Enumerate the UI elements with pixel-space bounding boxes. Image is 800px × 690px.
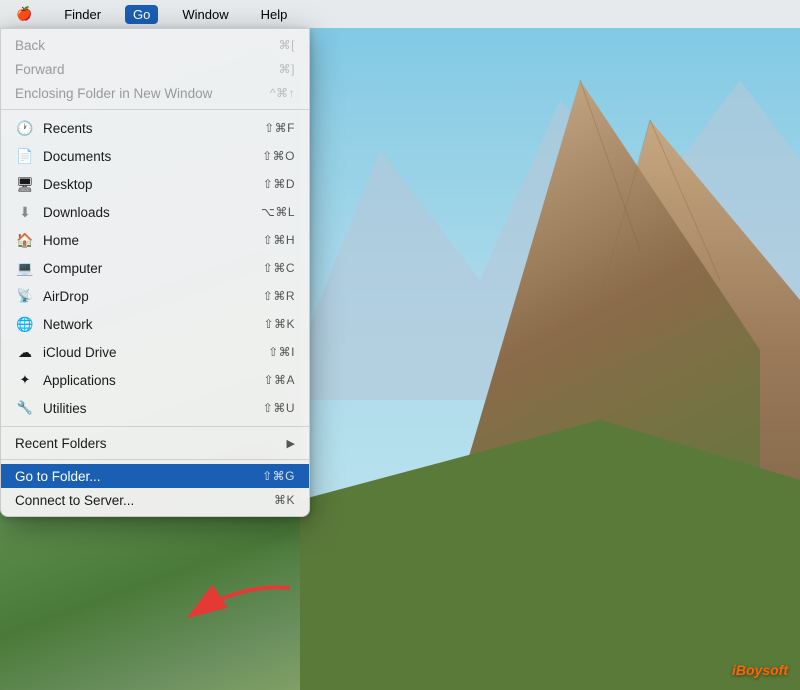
menu-item-forward-shortcut: ⌘]: [279, 62, 295, 76]
watermark-suffix: Boysoft: [736, 662, 788, 678]
menu-item-applications-shortcut: ⇧⌘A: [263, 373, 295, 387]
menu-item-connect-server-shortcut: ⌘K: [274, 493, 295, 507]
go-dropdown-menu: Back ⌘[ Forward ⌘] Enclosing Folder in N…: [0, 28, 310, 517]
red-arrow-svg: [180, 578, 300, 628]
menu-item-documents[interactable]: 📄 Documents ⇧⌘O: [1, 142, 309, 170]
separator-3: [1, 459, 309, 460]
menu-item-enclosing[interactable]: Enclosing Folder in New Window ^⌘↑: [1, 81, 309, 105]
menu-item-network-label: Network: [43, 317, 263, 332]
computer-icon: 💻: [15, 258, 35, 278]
menu-item-utilities[interactable]: 🔧 Utilities ⇧⌘U: [1, 394, 309, 422]
utilities-icon: 🔧: [15, 398, 35, 418]
menu-item-connect-server[interactable]: Connect to Server... ⌘K: [1, 488, 309, 512]
menu-item-airdrop-label: AirDrop: [43, 289, 263, 304]
menu-item-back-shortcut: ⌘[: [279, 38, 295, 52]
downloads-icon: ⬇: [15, 202, 35, 222]
menu-item-desktop-shortcut: ⇧⌘D: [263, 177, 295, 191]
desktop-icon: 🖥: [15, 174, 35, 194]
menu-item-desktop-label: Desktop: [43, 177, 263, 192]
go-menu[interactable]: Go: [125, 5, 158, 24]
menu-item-downloads-shortcut: ⌥⌘L: [261, 205, 295, 219]
finder-menu[interactable]: Finder: [56, 5, 109, 24]
airdrop-icon: 📡: [15, 286, 35, 306]
menu-item-goto-folder[interactable]: Go to Folder... ⇧⌘G: [1, 464, 309, 488]
menu-item-recent-folders-label: Recent Folders: [15, 436, 287, 451]
menu-item-recents-shortcut: ⇧⌘F: [264, 121, 295, 135]
menu-item-goto-folder-shortcut: ⇧⌘G: [262, 469, 295, 483]
menu-item-network-shortcut: ⇧⌘K: [263, 317, 295, 331]
menu-item-documents-label: Documents: [43, 149, 262, 164]
menu-item-enclosing-shortcut: ^⌘↑: [270, 86, 295, 100]
menu-item-utilities-shortcut: ⇧⌘U: [263, 401, 295, 415]
menu-item-back[interactable]: Back ⌘[: [1, 33, 309, 57]
menu-item-icloud[interactable]: ☁ iCloud Drive ⇧⌘I: [1, 338, 309, 366]
separator-2: [1, 426, 309, 427]
menu-item-applications[interactable]: ✦ Applications ⇧⌘A: [1, 366, 309, 394]
help-menu[interactable]: Help: [253, 5, 296, 24]
menu-item-back-label: Back: [15, 38, 279, 53]
icloud-icon: ☁: [15, 342, 35, 362]
menu-item-airdrop[interactable]: 📡 AirDrop ⇧⌘R: [1, 282, 309, 310]
menu-item-forward-label: Forward: [15, 62, 279, 77]
window-menu[interactable]: Window: [174, 5, 236, 24]
separator-1: [1, 109, 309, 110]
menubar: 🍎 Finder Go Window Help: [0, 0, 800, 28]
menu-item-computer[interactable]: 💻 Computer ⇧⌘C: [1, 254, 309, 282]
documents-icon: 📄: [15, 146, 35, 166]
home-icon: 🏠: [15, 230, 35, 250]
menu-item-documents-shortcut: ⇧⌘O: [262, 149, 295, 163]
iboysoft-watermark: iBoysoft: [732, 662, 788, 678]
menu-item-home[interactable]: 🏠 Home ⇧⌘H: [1, 226, 309, 254]
mountain-background: [300, 0, 800, 690]
menu-item-network[interactable]: 🌐 Network ⇧⌘K: [1, 310, 309, 338]
menu-item-icloud-label: iCloud Drive: [43, 345, 268, 360]
network-icon: 🌐: [15, 314, 35, 334]
apple-menu[interactable]: 🍎: [8, 4, 40, 24]
menu-item-recents[interactable]: 🕐 Recents ⇧⌘F: [1, 114, 309, 142]
menu-item-enclosing-label: Enclosing Folder in New Window: [15, 86, 270, 101]
applications-icon: ✦: [15, 370, 35, 390]
menu-item-home-shortcut: ⇧⌘H: [263, 233, 295, 247]
menu-item-utilities-label: Utilities: [43, 401, 263, 416]
menu-item-computer-shortcut: ⇧⌘C: [263, 261, 295, 275]
recents-icon: 🕐: [15, 118, 35, 138]
menu-item-airdrop-shortcut: ⇧⌘R: [263, 289, 295, 303]
menu-item-downloads-label: Downloads: [43, 205, 261, 220]
menu-item-recent-folders[interactable]: Recent Folders ▶: [1, 431, 309, 455]
menu-item-home-label: Home: [43, 233, 263, 248]
submenu-arrow-icon: ▶: [287, 437, 295, 450]
menu-item-forward[interactable]: Forward ⌘]: [1, 57, 309, 81]
menu-item-desktop[interactable]: 🖥 Desktop ⇧⌘D: [1, 170, 309, 198]
menu-item-recents-label: Recents: [43, 121, 264, 136]
arrow-annotation: [180, 578, 300, 633]
menu-item-downloads[interactable]: ⬇ Downloads ⌥⌘L: [1, 198, 309, 226]
menu-item-computer-label: Computer: [43, 261, 263, 276]
menu-item-applications-label: Applications: [43, 373, 263, 388]
menu-item-goto-folder-label: Go to Folder...: [15, 469, 262, 484]
menu-item-connect-server-label: Connect to Server...: [15, 493, 274, 508]
menu-item-icloud-shortcut: ⇧⌘I: [268, 345, 295, 359]
